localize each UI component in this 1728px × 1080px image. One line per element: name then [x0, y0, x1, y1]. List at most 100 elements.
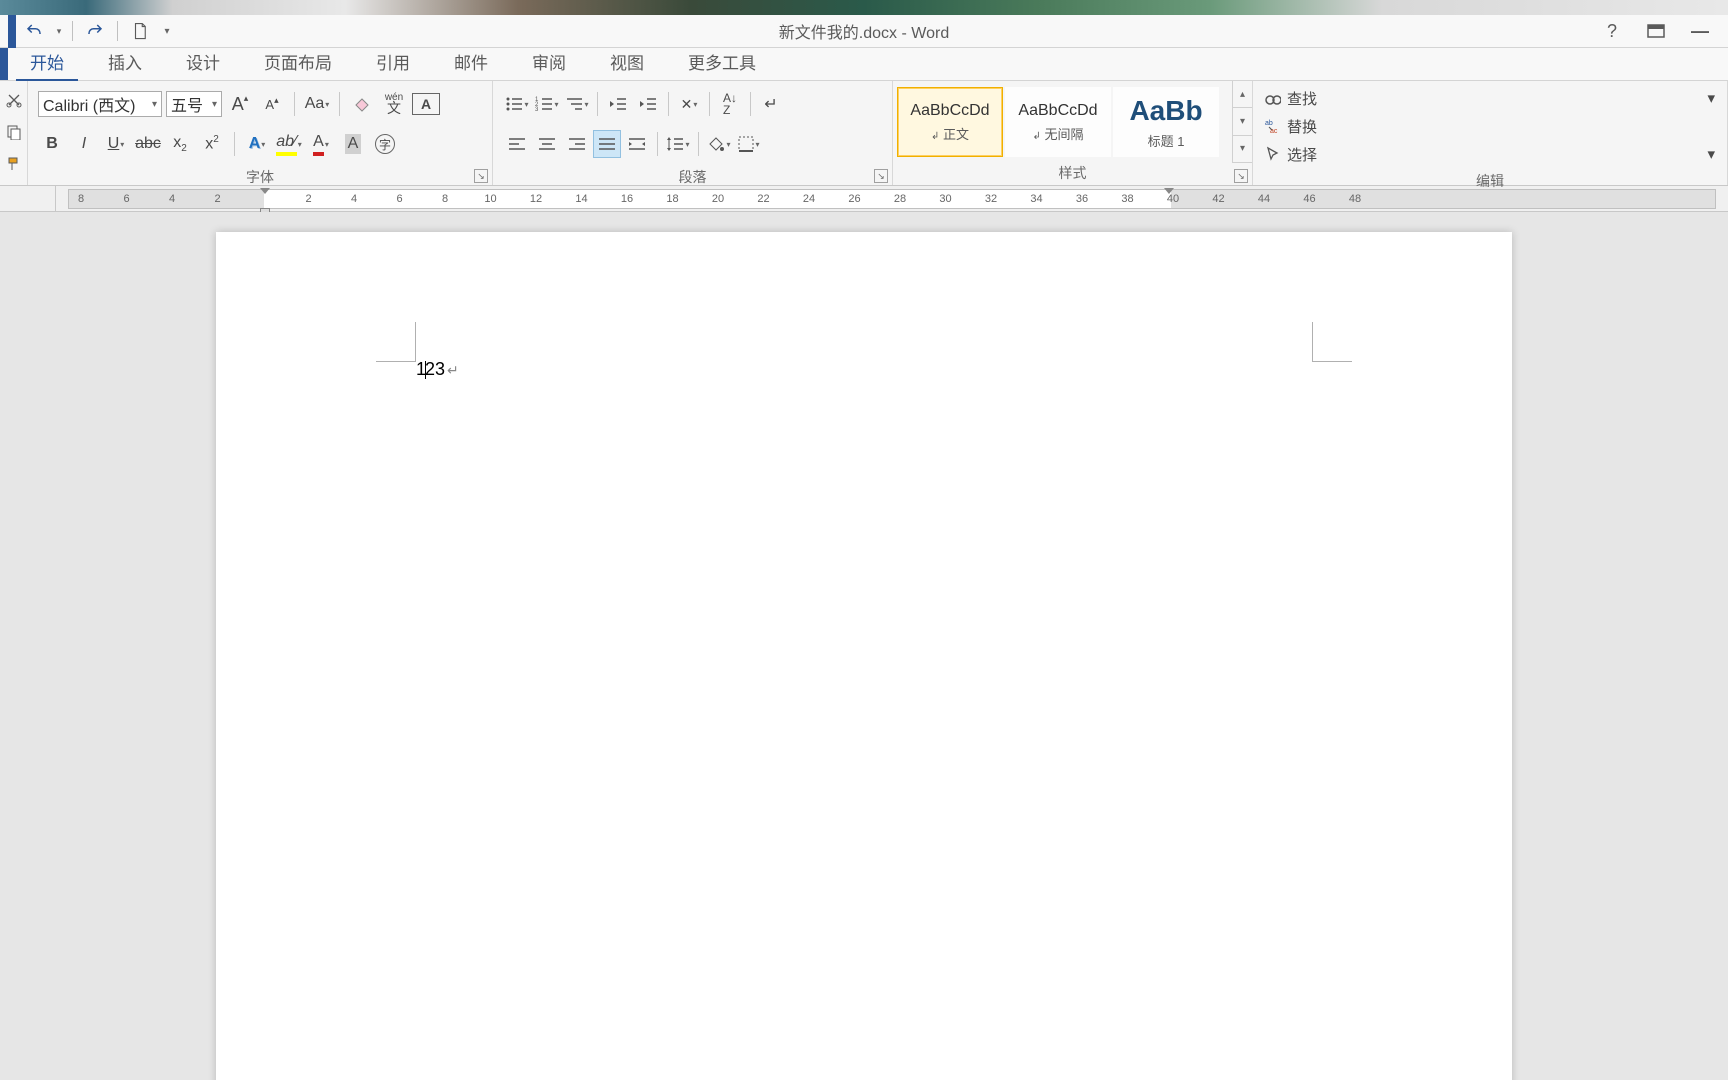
tab-home[interactable]: 开始	[8, 43, 86, 80]
file-tab-edge[interactable]	[0, 47, 8, 80]
format-painter-button[interactable]	[6, 156, 22, 175]
decrease-indent-button[interactable]	[604, 90, 632, 118]
font-color-button[interactable]: A▾	[307, 130, 335, 158]
find-button[interactable]: 查找▾	[1261, 85, 1719, 111]
ribbon-display-button[interactable]	[1636, 17, 1676, 45]
styles-group: AaBbCcDd ↲ 正文 AaBbCcDd ↲ 无间隔 AaBb 标题 1 ▴…	[893, 81, 1253, 185]
bullets-button[interactable]: ▾	[503, 90, 531, 118]
ruler-tick: 26	[848, 193, 860, 205]
distributed-button[interactable]	[623, 130, 651, 158]
font-dialog-launcher[interactable]: ↘	[474, 169, 488, 183]
styles-expand[interactable]: ▾	[1233, 136, 1252, 163]
redo-button[interactable]	[79, 17, 111, 45]
styles-scroll-up[interactable]: ▴	[1233, 81, 1252, 108]
multilevel-icon	[565, 96, 583, 112]
superscript-icon: x2	[205, 134, 219, 153]
bold-button[interactable]: B	[38, 130, 66, 158]
tab-more[interactable]: 更多工具	[666, 43, 778, 80]
cursor-icon	[1265, 146, 1281, 162]
tab-design[interactable]: 设计	[164, 43, 242, 80]
italic-icon: I	[82, 135, 86, 153]
undo-dropdown[interactable]: ▾	[52, 17, 66, 45]
underline-button[interactable]: U▾	[102, 130, 130, 158]
qat-customize[interactable]: ▾	[158, 17, 176, 45]
paragraph-dialog-launcher[interactable]: ↘	[874, 169, 888, 183]
strike-button[interactable]: abc	[134, 130, 162, 158]
tab-mail[interactable]: 邮件	[432, 43, 510, 80]
char-border-button[interactable]: A	[412, 93, 440, 115]
align-right-icon	[568, 137, 586, 151]
first-line-indent-marker[interactable]	[260, 188, 270, 194]
tab-insert[interactable]: 插入	[86, 43, 164, 80]
align-center-button[interactable]	[533, 130, 561, 158]
outdent-icon	[609, 96, 627, 112]
line-spacing-icon	[666, 136, 684, 152]
document-content[interactable]: 123↵	[416, 358, 459, 380]
styles-dialog-launcher[interactable]: ↘	[1234, 169, 1248, 183]
replace-button[interactable]: abac 替换	[1261, 113, 1719, 139]
window-controls: ? —	[1592, 17, 1728, 45]
subscript-button[interactable]: x2	[166, 130, 194, 158]
paragraph-mark-icon: ↵	[447, 362, 459, 378]
align-right-button[interactable]	[563, 130, 591, 158]
tab-view[interactable]: 视图	[588, 43, 666, 80]
document-area[interactable]: 123↵	[0, 212, 1728, 1080]
shading-button[interactable]: ▾	[705, 130, 733, 158]
tab-references[interactable]: 引用	[354, 43, 432, 80]
superscript-button[interactable]: x2	[198, 130, 226, 158]
shrink-font-button[interactable]: A▴	[258, 90, 286, 118]
tab-layout[interactable]: 页面布局	[242, 43, 354, 80]
asian-layout-button[interactable]: ✕▾	[675, 90, 703, 118]
line-spacing-button[interactable]: ▾	[664, 130, 692, 158]
phonetic-guide-button[interactable]: wén文	[380, 90, 408, 118]
font-size-combo[interactable]: 五号▾	[166, 91, 222, 117]
italic-button[interactable]: I	[70, 130, 98, 158]
highlight-button[interactable]: ab⁄▾	[275, 130, 303, 158]
show-marks-button[interactable]: ↵	[757, 90, 785, 118]
ruler-tick: 42	[1212, 193, 1224, 205]
style-heading1[interactable]: AaBb 标题 1	[1113, 87, 1219, 157]
bullets-icon	[505, 96, 523, 112]
sort-button[interactable]: A↓Z	[716, 90, 744, 118]
tab-review[interactable]: 审阅	[510, 43, 588, 80]
app-name: Word	[911, 25, 949, 42]
copy-button[interactable]	[6, 124, 22, 143]
right-indent-marker[interactable]	[1164, 188, 1174, 194]
change-case-button[interactable]: Aa▾	[303, 90, 331, 118]
pilcrow-icon: ↵	[764, 94, 777, 114]
multilevel-button[interactable]: ▾	[563, 90, 591, 118]
styles-scroll-down[interactable]: ▾	[1233, 108, 1252, 135]
find-label: 查找	[1287, 88, 1317, 109]
justify-button[interactable]	[593, 130, 621, 158]
ruler-tick: 12	[530, 193, 542, 205]
undo-button[interactable]	[18, 17, 50, 45]
style-normal[interactable]: AaBbCcDd ↲ 正文	[897, 87, 1003, 157]
new-doc-button[interactable]	[124, 17, 156, 45]
ruler-tick: 32	[985, 193, 997, 205]
grow-font-button[interactable]: A▴	[226, 90, 254, 118]
help-button[interactable]: ?	[1592, 17, 1632, 45]
style-no-spacing[interactable]: AaBbCcDd ↲ 无间隔	[1005, 87, 1111, 157]
document-page[interactable]: 123↵	[216, 232, 1512, 1080]
text-effects-button[interactable]: A▾	[243, 130, 271, 158]
align-left-button[interactable]	[503, 130, 531, 158]
distributed-icon	[628, 137, 646, 151]
enclose-char-button[interactable]: 字	[371, 130, 399, 158]
horizontal-ruler[interactable]: 8642246810121416182022242628303234363840…	[68, 189, 1716, 209]
grow-font-icon: A	[232, 94, 244, 115]
case-icon: Aa	[305, 95, 325, 113]
borders-button[interactable]: ▾	[735, 130, 763, 158]
shrink-font-icon: A	[265, 97, 274, 112]
char-shading-button[interactable]: A	[339, 130, 367, 158]
cut-button[interactable]	[6, 92, 22, 111]
ribbon-panel: Calibri (西文)▾ 五号▾ A▴ A▴ Aa▾ wén文 A B I U…	[0, 81, 1728, 186]
increase-indent-button[interactable]	[634, 90, 662, 118]
chevron-down-icon: ▾	[152, 99, 157, 110]
font-name-combo[interactable]: Calibri (西文)▾	[38, 91, 162, 117]
text-run[interactable]: 123	[416, 359, 445, 379]
numbering-button[interactable]: 123▾	[533, 90, 561, 118]
clear-format-button[interactable]	[348, 90, 376, 118]
select-button[interactable]: 选择▾	[1261, 141, 1719, 167]
justify-icon	[598, 137, 616, 151]
minimize-button[interactable]: —	[1680, 17, 1720, 45]
